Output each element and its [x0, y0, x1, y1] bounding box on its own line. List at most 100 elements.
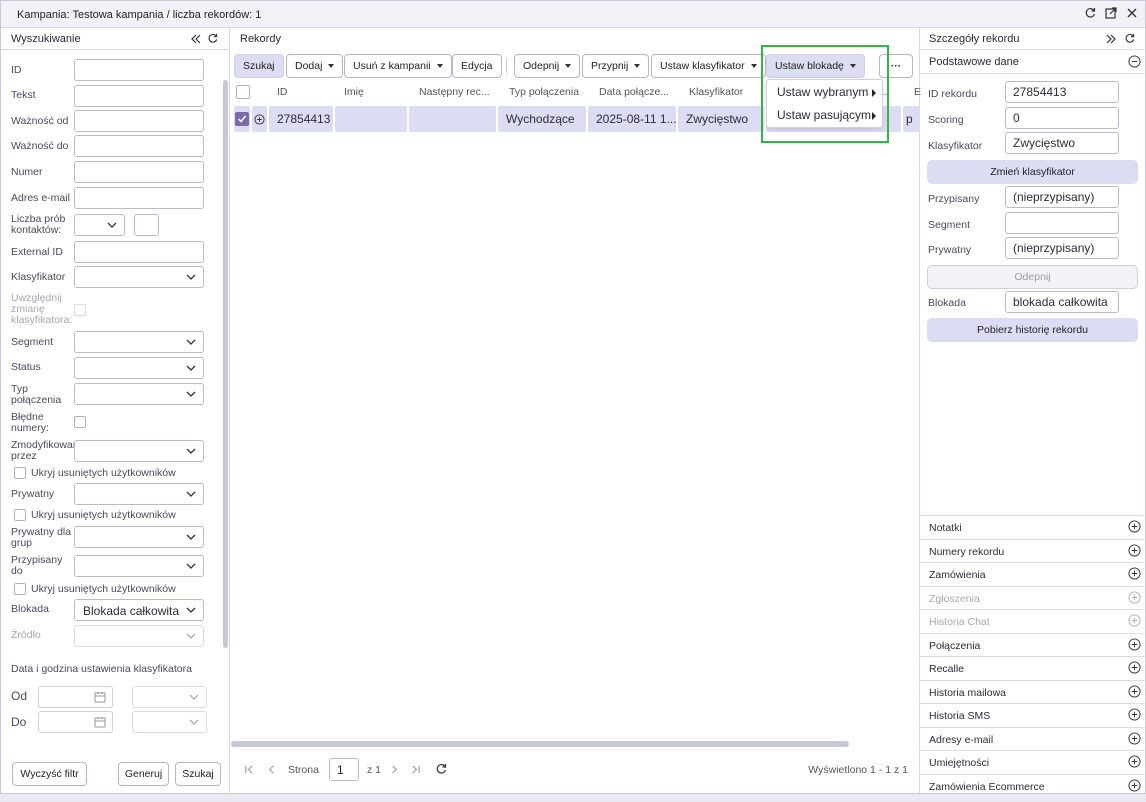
liczba-prob-input[interactable]: [134, 214, 159, 236]
generate-button[interactable]: Generuj: [118, 762, 169, 786]
page-number-input[interactable]: 1: [329, 758, 359, 781]
section-adresy-e-mail[interactable]: Adresy e-mail: [920, 727, 1146, 750]
odepnij-button[interactable]: Odepnij: [514, 54, 581, 78]
blokada-field[interactable]: blokada całkowita: [1005, 291, 1119, 313]
prywatny-grup-select[interactable]: [74, 526, 204, 548]
uwzglednij-checkbox[interactable]: [74, 304, 86, 316]
select-all-checkbox[interactable]: [236, 85, 250, 99]
col-klasyfikator[interactable]: Klasyfikator: [689, 86, 743, 98]
section-podstawowe[interactable]: Podstawowe dane: [920, 50, 1146, 74]
expand-plus-icon[interactable]: [1128, 685, 1141, 698]
tekst-input[interactable]: [74, 85, 204, 107]
section-historia-chat[interactable]: Historia Chat: [920, 609, 1146, 632]
expand-plus-icon[interactable]: [1128, 732, 1141, 745]
col-id[interactable]: ID: [277, 86, 288, 98]
ustaw-klasyfikator-button[interactable]: Ustaw klasyfikator: [651, 54, 766, 78]
expand-plus-icon[interactable]: [1128, 779, 1141, 792]
section-historia-sms[interactable]: Historia SMS: [920, 703, 1146, 726]
przypnij-button[interactable]: Przypnij: [582, 54, 650, 78]
pobierz-historie-button[interactable]: Pobierz historię rekordu: [927, 318, 1138, 342]
typ-polaczenia-select[interactable]: [74, 383, 204, 405]
date-od-input[interactable]: [38, 686, 113, 708]
col-data[interactable]: Data połącze...: [599, 86, 669, 98]
label-uwzglednij: Uwzględnij zmianę klasyfikatora:: [11, 292, 73, 326]
page-number-value: 1: [337, 763, 344, 777]
odepnij-details-button[interactable]: Odepnij: [927, 265, 1138, 289]
collapse-right-icon[interactable]: [1105, 33, 1117, 48]
external-id-input[interactable]: [74, 241, 204, 263]
klasyfikator-select[interactable]: [74, 266, 204, 288]
przypisany-field[interactable]: (nieprzypisany): [1005, 186, 1119, 208]
expand-plus-icon[interactable]: [1128, 755, 1141, 768]
segment-field[interactable]: [1005, 212, 1119, 234]
expand-plus-icon[interactable]: [1128, 661, 1141, 674]
col-typ[interactable]: Typ połączenia: [509, 86, 579, 98]
collapse-left-icon[interactable]: [190, 33, 202, 48]
id-input[interactable]: [74, 59, 204, 81]
section-połączenia[interactable]: Połączenia: [920, 633, 1146, 656]
ukryj2-checkbox[interactable]: [14, 509, 26, 521]
segment-select[interactable]: [74, 331, 204, 353]
expand-plus-icon[interactable]: [1128, 567, 1141, 580]
chevron-down-icon: [186, 633, 196, 639]
prywatny-field[interactable]: (nieprzypisany): [1005, 237, 1119, 259]
refresh-icon[interactable]: [1083, 6, 1097, 20]
email-input[interactable]: [74, 187, 204, 209]
annotation-highlight-box: [761, 45, 889, 143]
bledne-checkbox[interactable]: [74, 416, 86, 428]
zrodlo-select[interactable]: [74, 625, 204, 647]
id-rekordu-field[interactable]: 27854413: [1005, 81, 1119, 103]
przypisany-select[interactable]: [74, 555, 204, 577]
section-umiejętności[interactable]: Umiejętności: [920, 750, 1146, 773]
ukryj1-checkbox[interactable]: [14, 467, 26, 479]
refresh-details-icon[interactable]: [1124, 33, 1135, 47]
date-do-input[interactable]: [38, 711, 113, 733]
section-notatki[interactable]: Notatki: [920, 515, 1146, 538]
section-recalle[interactable]: Recalle: [920, 656, 1146, 679]
time-do-select[interactable]: [132, 711, 207, 733]
clear-filter-button[interactable]: Wyczyść filtr: [12, 762, 87, 786]
status-select[interactable]: [74, 357, 204, 379]
close-icon[interactable]: [1125, 6, 1139, 20]
zmien-klasyfikator-button[interactable]: Zmień klasyfikator: [927, 160, 1138, 184]
section-zamówienia-ecommerce[interactable]: Zamówienia Ecommerce: [920, 774, 1146, 797]
scoring-field[interactable]: 0: [1005, 107, 1119, 129]
zmodyfikowany-select[interactable]: [74, 440, 204, 462]
expand-plus-icon[interactable]: [1128, 544, 1141, 557]
popout-icon[interactable]: [1104, 6, 1118, 20]
prywatny-select[interactable]: [74, 483, 204, 505]
section-zamówienia[interactable]: Zamówienia: [920, 562, 1146, 585]
refresh-search-icon[interactable]: [207, 33, 218, 47]
expand-plus-icon[interactable]: [1128, 591, 1141, 604]
section-historia-mailowa[interactable]: Historia mailowa: [920, 680, 1146, 703]
waznosc-do-input[interactable]: [74, 135, 204, 157]
expand-plus-icon[interactable]: [1128, 614, 1141, 627]
expand-plus-icon[interactable]: [1128, 708, 1141, 721]
search-scrollbar[interactable]: [223, 80, 228, 648]
edycja-button[interactable]: Edycja: [452, 54, 502, 78]
label-liczba-prob: Liczba prób kontaktów:: [11, 213, 66, 236]
col-imie[interactable]: Imię: [344, 86, 364, 98]
section-numery-rekordu[interactable]: Numery rekordu: [920, 539, 1146, 562]
row-checkbox[interactable]: [235, 112, 249, 126]
col-nastepny[interactable]: Następny rec...: [419, 86, 490, 98]
horizontal-scrollbar[interactable]: [231, 741, 849, 747]
row-checkbox-cell[interactable]: [234, 106, 250, 132]
time-od-select[interactable]: [132, 686, 207, 708]
section-zgłoszenia[interactable]: Zgłoszenia: [920, 586, 1146, 609]
klasyfikator-field[interactable]: Zwycięstwo: [1005, 132, 1119, 154]
waznosc-od-input[interactable]: [74, 110, 204, 132]
liczba-prob-select[interactable]: [74, 214, 125, 236]
ukryj3-checkbox[interactable]: [14, 583, 26, 595]
expand-plus-icon[interactable]: [1128, 638, 1141, 651]
label-tekst: Tekst: [11, 89, 36, 101]
caret-down-icon: [565, 64, 572, 68]
row-expand-cell[interactable]: [252, 106, 267, 132]
blokada-select[interactable]: Blokada całkowita: [74, 599, 204, 621]
search-button[interactable]: Szukaj: [175, 762, 221, 786]
usun-button[interactable]: Usuń z kampanii: [344, 54, 452, 78]
numer-input[interactable]: [74, 161, 204, 183]
szukaj-button[interactable]: Szukaj: [234, 54, 284, 78]
dodaj-button[interactable]: Dodaj: [286, 54, 344, 78]
expand-plus-icon[interactable]: [1128, 520, 1141, 533]
